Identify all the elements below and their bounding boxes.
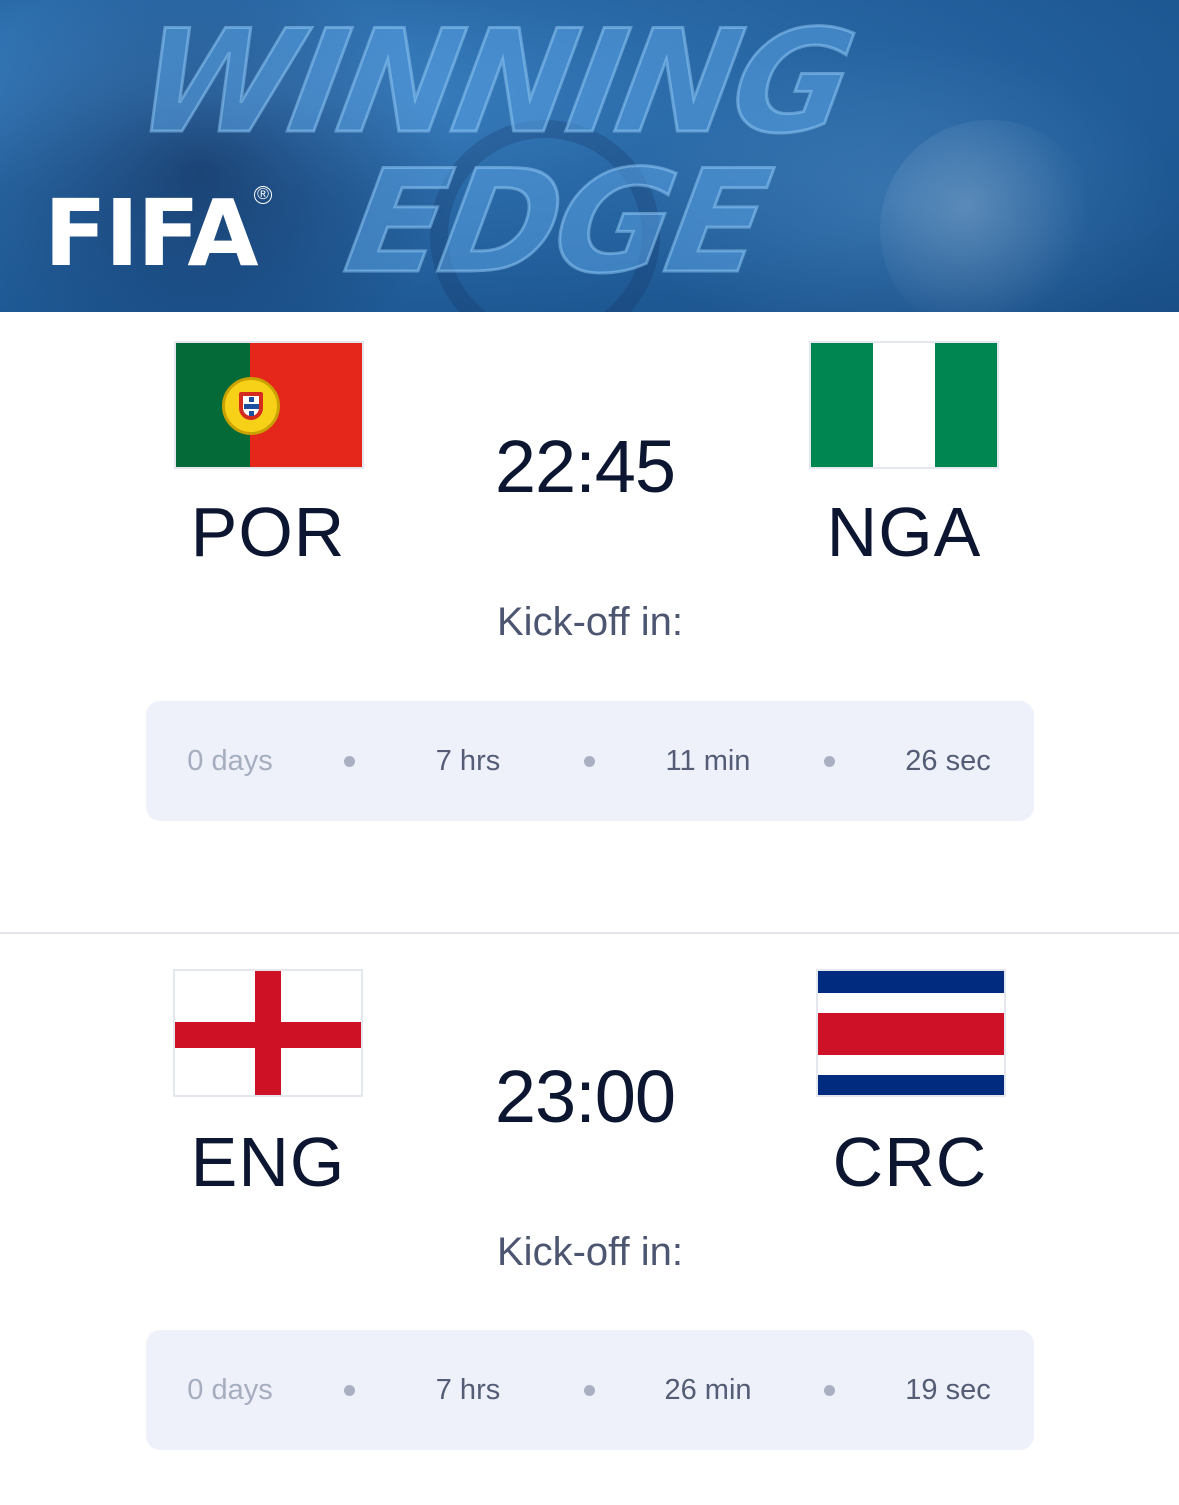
- headline-line-1: WINNING: [124, 0, 863, 167]
- countdown-seconds: 26 sec: [905, 745, 991, 777]
- england-flag-icon: [173, 969, 363, 1097]
- promo-banner[interactable]: WINNING EDGE FIFA ®: [0, 0, 1179, 312]
- countdown-timer: 0 days 7 hrs 26 min 19 sec: [146, 1330, 1034, 1450]
- costa-rica-flag-icon: [816, 969, 1006, 1097]
- countdown-days: 0 days: [187, 745, 273, 777]
- match-card[interactable]: POR 22:45 NGA Kick-off in: 0 days 7 hrs …: [0, 312, 1179, 932]
- fifa-logo: FIFA: [44, 180, 259, 287]
- separator-dot: [344, 756, 355, 767]
- nigeria-flag-icon: [809, 341, 999, 469]
- away-team-code: NGA: [826, 493, 982, 571]
- countdown-hours: 7 hrs: [435, 1374, 501, 1406]
- portugal-flag-icon: [174, 341, 364, 469]
- separator-dot: [824, 1385, 835, 1396]
- countdown-days: 0 days: [187, 1374, 273, 1406]
- separator-dot: [584, 1385, 595, 1396]
- kickoff-label: Kick-off in:: [497, 1230, 683, 1274]
- away-team-code: CRC: [832, 1123, 988, 1201]
- page: WINNING EDGE FIFA ® POR 22:45 NGA Kick-o…: [0, 0, 1179, 1505]
- kickoff-label: Kick-off in:: [497, 600, 683, 644]
- home-team-code: POR: [190, 493, 346, 571]
- separator-dot: [584, 756, 595, 767]
- kickoff-time: 22:45: [494, 425, 676, 508]
- home-team-code: ENG: [190, 1123, 346, 1201]
- countdown-hours: 7 hrs: [435, 745, 501, 777]
- countdown-minutes: 11 min: [665, 745, 751, 777]
- match-card[interactable]: ENG 23:00 CRC Kick-off in: 0 days 7 hrs …: [0, 934, 1179, 1505]
- separator-dot: [344, 1385, 355, 1396]
- countdown-minutes: 26 min: [664, 1374, 752, 1406]
- countdown-seconds: 19 sec: [905, 1374, 991, 1406]
- headline-line-2: EDGE: [334, 139, 779, 307]
- registered-mark: ®: [254, 186, 272, 204]
- banner-headline: WINNING EDGE: [124, 0, 1140, 312]
- countdown-timer: 0 days 7 hrs 11 min 26 sec: [146, 701, 1034, 821]
- separator-dot: [824, 756, 835, 767]
- kickoff-time: 23:00: [494, 1055, 676, 1138]
